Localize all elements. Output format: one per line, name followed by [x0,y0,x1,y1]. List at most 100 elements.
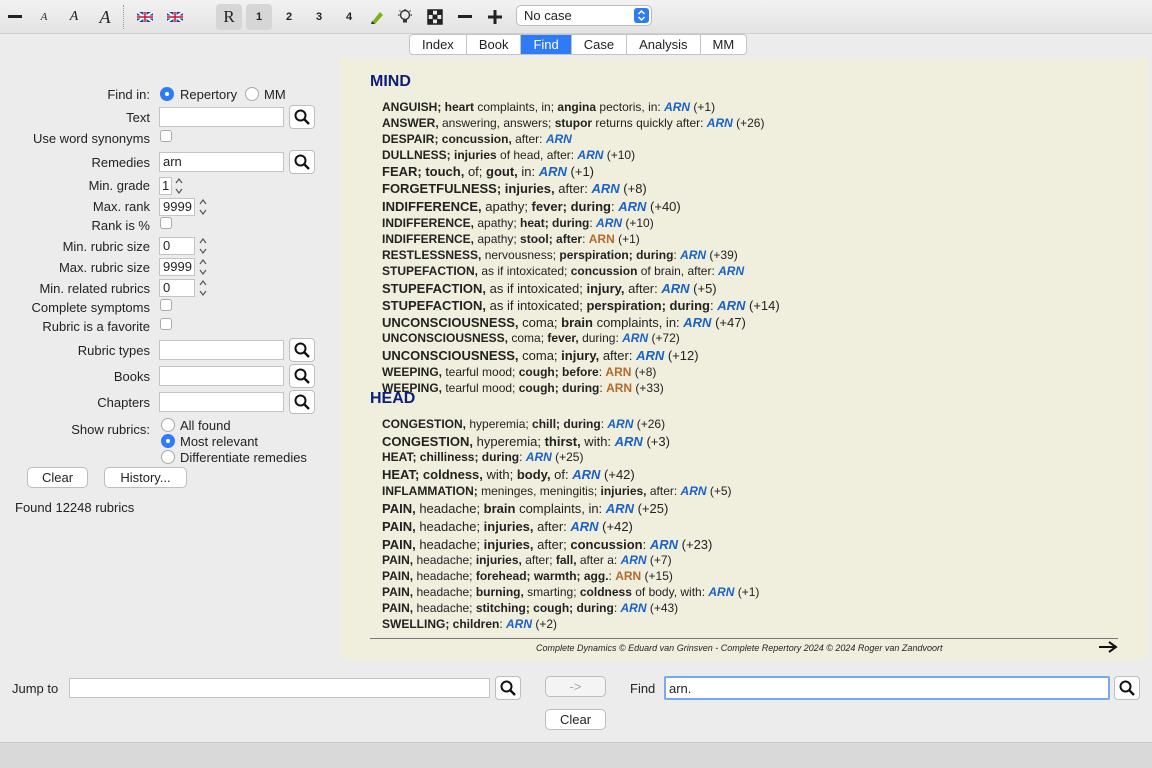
find-search-button[interactable] [1114,676,1140,700]
rubric-row[interactable]: RESTLESSNESS, nervousness; perspiration;… [382,248,738,262]
remedies-search-button[interactable] [289,150,315,174]
rubric-row[interactable]: SWELLING; children: ARN (+2) [382,617,557,631]
tab-find[interactable]: Find [521,35,572,54]
tab-mm[interactable]: MM [701,35,747,54]
rubric-row[interactable]: INDIFFERENCE, apathy; heat; during: ARN … [382,216,654,230]
rubric-row[interactable]: ANGUISH; heart complaints, in; angina pe… [382,100,715,114]
use-word-synonyms-checkbox[interactable] [160,130,172,142]
remedy-link[interactable]: ARN [539,164,567,179]
tab-case[interactable]: Case [572,35,628,54]
text-search-button[interactable] [289,105,315,129]
zoom-out-icon[interactable] [4,4,26,30]
rubric-row[interactable]: UNCONSCIOUSNESS, coma; fever, during: AR… [382,331,680,345]
rubric-row[interactable]: DESPAIR; concussion, after: ARN [382,132,572,146]
remedy-link[interactable]: ARN [708,585,734,599]
grade-4-button[interactable]: 4 [337,4,361,30]
min-related-rubrics-stepper[interactable] [198,279,208,297]
remedy-link[interactable]: ARN [622,331,648,345]
minus-icon[interactable] [454,4,476,30]
rubric-favorite-checkbox[interactable] [160,318,172,330]
rubric-row[interactable]: INFLAMMATION; meninges, meningitis; inju… [382,484,732,498]
rubric-row[interactable]: INDIFFERENCE, apathy; fever; during: ARN… [382,199,681,214]
remedy-link[interactable]: ARN [506,617,532,631]
rubric-row[interactable]: DULLNESS; injuries of head, after: ARN (… [382,148,635,162]
remedy-link[interactable]: ARN [650,537,678,552]
remedy-link[interactable]: ARN [572,467,600,482]
min-grade-input[interactable]: 1 [159,177,172,195]
rubric-row[interactable]: STUPEFACTION, as if intoxicated; concuss… [382,264,744,278]
repertory-r-icon[interactable]: R [216,4,242,30]
history-button[interactable]: History... [104,467,187,488]
rubric-row[interactable]: FORGETFULNESS; injuries, after: ARN (+8) [382,181,647,196]
highlighter-icon[interactable] [366,4,388,30]
uk-flag-icon[interactable] [164,4,186,30]
rubric-row[interactable]: PAIN, headache; injuries, after; fall, a… [382,553,672,567]
remedy-link[interactable]: ARN [607,417,633,431]
jump-to-search-button[interactable] [495,676,521,700]
remedy-link[interactable]: ARN [606,501,634,516]
remedy-link[interactable]: ARN [577,148,603,162]
chapters-input[interactable] [159,392,284,412]
min-rubric-size-stepper[interactable] [198,237,208,255]
clear-find-button[interactable]: Clear [545,709,606,730]
remedy-link[interactable]: ARN [589,232,615,246]
rubric-row[interactable]: INDIFFERENCE, apathy; stool; after: ARN … [382,232,640,246]
show-all-found-radio[interactable] [161,418,175,432]
medium-a-icon[interactable]: A [62,4,86,30]
rubric-row[interactable]: STUPEFACTION, as if intoxicated; perspir… [382,298,780,313]
find-in-repertory-radio[interactable] [160,87,174,101]
grid-icon[interactable] [424,4,446,30]
remedy-link[interactable]: ARN [526,450,552,464]
rubric-row[interactable]: PAIN, headache; burning, smarting; coldn… [382,585,759,599]
remedy-link[interactable]: ARN [621,601,647,615]
grade-1-button[interactable]: 1 [246,4,272,30]
small-a-icon[interactable]: A [33,4,55,30]
go-button[interactable]: -> [545,676,606,697]
tab-analysis[interactable]: Analysis [627,35,701,54]
find-in-mm-radio[interactable] [245,87,259,101]
rubric-row[interactable]: ANSWER, answering, answers; stupor retur… [382,116,764,130]
rubric-row[interactable]: FEAR; touch, of; gout, in: ARN (+1) [382,164,594,179]
max-rubric-size-input[interactable]: 9999 [159,258,195,276]
rubric-row[interactable]: PAIN, headache; stitching; cough; during… [382,601,678,615]
remedy-link[interactable]: ARN [664,100,690,114]
grade-2-button[interactable]: 2 [277,4,301,30]
jump-to-input[interactable] [69,678,490,698]
text-input[interactable] [159,107,284,127]
rubric-row[interactable]: CONGESTION, hyperemia; thirst, with: ARN… [382,434,670,449]
rubric-types-search-button[interactable] [289,338,315,362]
remedy-link[interactable]: ARN [681,484,707,498]
rubric-row[interactable]: HEAT; chilliness; during: ARN (+25) [382,450,583,464]
rubric-row[interactable]: STUPEFACTION, as if intoxicated; injury,… [382,281,717,296]
remedy-link[interactable]: ARN [546,132,572,146]
case-select[interactable]: No case [516,5,652,26]
uk-flag-icon[interactable] [134,4,156,30]
remedy-link[interactable]: ARN [707,116,733,130]
remedy-link[interactable]: ARN [615,434,643,449]
rank-is-percent-checkbox[interactable] [160,217,172,229]
chapter-heading[interactable]: HEAD [370,390,415,408]
rubric-row[interactable]: PAIN, headache; brain complaints, in: AR… [382,501,668,516]
rubric-row[interactable]: PAIN, headache; injuries, after; concuss… [382,537,712,552]
remedy-link[interactable]: ARN [718,264,744,278]
next-page-arrow-icon[interactable] [1098,640,1118,657]
remedy-link[interactable]: ARN [661,281,689,296]
remedy-link[interactable]: ARN [591,181,619,196]
remedy-link[interactable]: ARN [680,248,706,262]
rubric-types-input[interactable] [159,340,284,360]
rubric-row[interactable]: CONGESTION, hyperemia; chill; during: AR… [382,417,665,431]
remedies-input[interactable]: arn [159,152,284,172]
rubric-row[interactable]: PAIN, headache; forehead; warmth; agg.: … [382,569,673,583]
remedy-link[interactable]: ARN [615,569,641,583]
rubric-row[interactable]: HEAT; coldness, with; body, of: ARN (+42… [382,467,635,482]
remedy-link[interactable]: ARN [570,519,598,534]
large-a-icon[interactable]: A [92,4,118,30]
min-grade-stepper[interactable] [174,177,184,195]
books-search-button[interactable] [289,364,315,388]
find-input[interactable]: arn. [664,676,1110,700]
remedy-link[interactable]: ARN [717,298,745,313]
remedy-link[interactable]: ARN [683,315,711,330]
min-rubric-size-input[interactable]: 0 [159,237,195,255]
remedy-link[interactable]: ARN [618,199,646,214]
show-most-relevant-radio[interactable] [161,434,175,448]
